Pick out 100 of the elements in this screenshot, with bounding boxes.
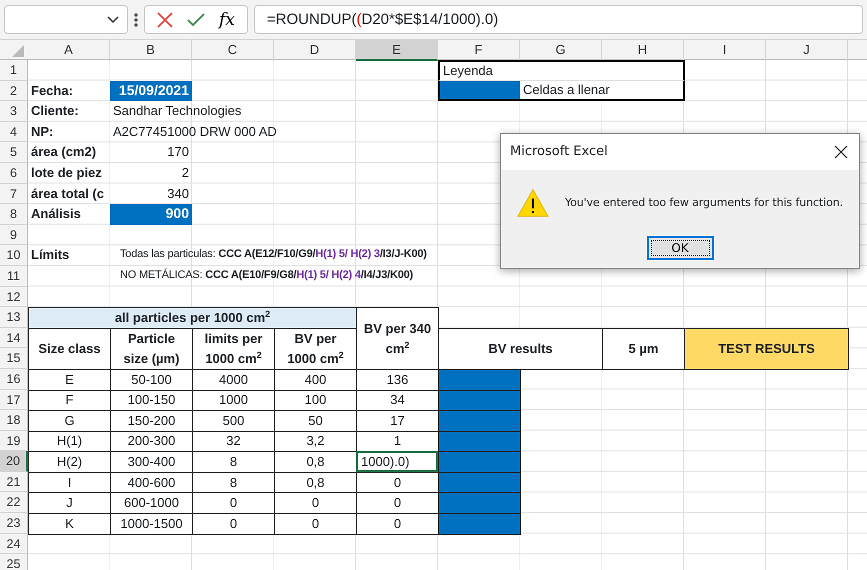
more-options-icon[interactable] xyxy=(134,12,138,26)
field-label: Límits xyxy=(30,246,70,264)
table-cell: 34 xyxy=(356,390,439,412)
table-cell: K xyxy=(28,513,111,535)
input-cell[interactable] xyxy=(438,368,521,390)
input-cell[interactable] xyxy=(438,430,521,452)
table-cell: 50-100 xyxy=(110,368,193,390)
dropdown-icon[interactable] xyxy=(107,16,119,24)
table-cell: 136 xyxy=(356,368,439,390)
dialog-message: You've entered too few arguments for this function. xyxy=(564,194,843,211)
table-cell: 8 xyxy=(192,472,275,494)
input-cell[interactable] xyxy=(438,410,521,432)
row-header[interactable]: 9 xyxy=(0,224,28,246)
row-header[interactable]: 25 xyxy=(0,554,28,570)
table-cell: 0,8 xyxy=(274,472,357,494)
row-header[interactable]: 7 xyxy=(0,184,28,204)
row-header[interactable]: 14 xyxy=(0,328,28,348)
row-header[interactable]: 12 xyxy=(0,286,28,308)
table-cell: E xyxy=(28,368,111,390)
limits-note: Todas las particulas: CCC A(E12/F10/G9/H(1) 5/ H(2) 3/I3/J-K00) xyxy=(119,247,428,262)
results-heading: TEST RESULTS xyxy=(684,328,849,370)
select-all-icon[interactable] xyxy=(12,45,24,57)
row-header[interactable]: 11 xyxy=(0,266,28,287)
column-header[interactable]: B xyxy=(110,40,192,61)
table-cell: 0 xyxy=(356,492,439,514)
row-header[interactable]: 16 xyxy=(0,368,28,390)
column-header[interactable]: A xyxy=(28,40,110,61)
field-label: lote de piez xyxy=(30,164,103,182)
input-cell[interactable] xyxy=(438,451,521,473)
field-label: Fecha: xyxy=(30,82,74,100)
column-heading: 5 µm xyxy=(602,328,685,370)
table-cell: H(1) xyxy=(28,430,111,452)
column-heading: Particle size (µm) xyxy=(110,328,193,370)
legend-note: Celdas a llenar xyxy=(520,80,685,102)
table-cell: 200-300 xyxy=(110,430,193,452)
field-label: Análisis xyxy=(30,205,82,224)
table-cell: G xyxy=(28,410,111,432)
row-header[interactable]: 23 xyxy=(0,513,28,534)
row-header[interactable]: 13 xyxy=(0,307,28,328)
row-header[interactable]: 4 xyxy=(0,122,28,142)
insert-function-button[interactable]: fx xyxy=(219,10,235,30)
cancel-icon[interactable] xyxy=(157,12,173,28)
table-cell: 0 xyxy=(356,513,439,535)
row-header[interactable]: 19 xyxy=(0,430,28,452)
table-cell: 32 xyxy=(192,430,275,452)
table-cell: H(2) xyxy=(28,451,111,473)
row-header[interactable]: 22 xyxy=(0,492,28,514)
input-cell[interactable]: 900 xyxy=(110,204,192,225)
row-header[interactable]: 2 xyxy=(0,80,28,102)
input-cell[interactable]: 15/09/2021 xyxy=(110,80,192,102)
row-header[interactable]: 17 xyxy=(0,390,28,410)
table-cell: 8 xyxy=(192,451,275,473)
column-header[interactable]: J xyxy=(766,40,848,61)
table-cell: F xyxy=(28,390,111,412)
table-cell: 0,8 xyxy=(274,451,357,473)
table-cell: J xyxy=(28,492,111,514)
row-header[interactable]: 21 xyxy=(0,472,28,492)
row-header[interactable]: 18 xyxy=(0,410,28,431)
table-cell: 1 xyxy=(356,430,439,452)
check-icon[interactable] xyxy=(187,12,205,26)
table-cell: 3,2 xyxy=(274,430,357,452)
row-header[interactable]: 6 xyxy=(0,162,28,184)
row-header[interactable]: 24 xyxy=(0,534,28,554)
ok-button[interactable]: OK xyxy=(646,236,714,260)
row-header[interactable]: 8 xyxy=(0,204,28,225)
column-header[interactable]: C xyxy=(192,40,274,61)
table-cell: 0 xyxy=(192,513,275,535)
row-header[interactable]: 10 xyxy=(0,245,28,266)
row-header[interactable]: 1 xyxy=(0,60,28,81)
input-cell[interactable] xyxy=(438,492,521,514)
table-cell: 600-1000 xyxy=(110,492,193,514)
table-cell: I xyxy=(28,472,111,494)
row-header[interactable]: 20 xyxy=(0,451,28,472)
row-header[interactable]: 15 xyxy=(0,348,28,369)
column-heading: Size class xyxy=(28,328,111,370)
table-cell: 100-150 xyxy=(110,390,193,412)
input-cell[interactable] xyxy=(438,513,521,535)
row-header[interactable]: 5 xyxy=(0,142,28,163)
column-header[interactable]: E xyxy=(356,40,438,61)
table-cell: 0 xyxy=(274,492,357,514)
table-cell: 300-400 xyxy=(110,451,193,473)
warning-icon xyxy=(517,187,549,219)
table-cell: 400 xyxy=(274,368,357,390)
field-label: área (cm2) xyxy=(30,143,98,162)
cell-value: Sandhar Technologies xyxy=(112,102,242,120)
limits-note: NO METÁLICAS: CCC A(E10/F9/G8/H(1) 5/ H(2) 4/I4/J3/K00) xyxy=(119,268,414,283)
row-header[interactable]: 3 xyxy=(0,101,28,122)
table-cell: 150-200 xyxy=(110,410,193,432)
input-cell[interactable] xyxy=(438,390,521,412)
field-label: área total (c xyxy=(30,184,105,203)
formula-field[interactable]: =ROUNDUP((D20*$E$14/1000).0) xyxy=(254,5,863,34)
cell-value: A2C77451000 DRW 000 AD xyxy=(112,122,278,141)
cell-value: 2 xyxy=(180,164,190,182)
cell-value: 170 xyxy=(166,143,190,162)
editing-cell[interactable]: 1000).0) xyxy=(356,451,438,472)
column-heading: BV results xyxy=(438,328,603,370)
input-cell[interactable] xyxy=(438,472,521,494)
table-cell: 0 xyxy=(274,513,357,535)
close-icon[interactable] xyxy=(834,145,848,159)
column-heading: BV per 340 cm$^{2}$ xyxy=(356,307,439,370)
